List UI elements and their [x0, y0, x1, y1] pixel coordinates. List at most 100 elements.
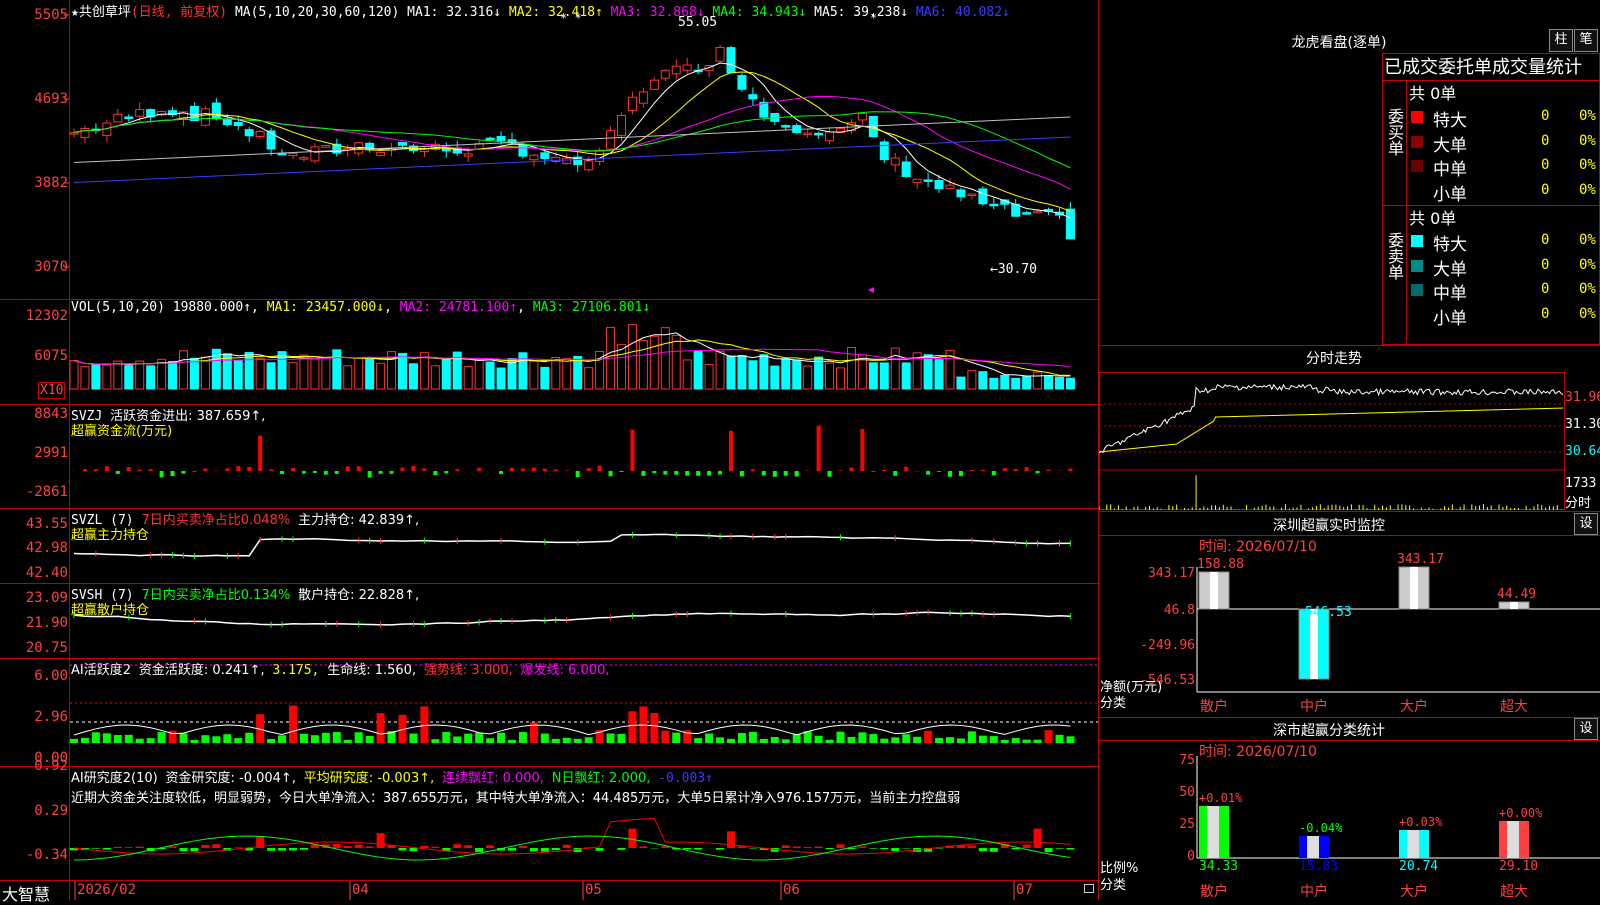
flow-bar: [620, 471, 624, 472]
color-swatch: [1411, 160, 1423, 172]
research-bar: [453, 844, 461, 848]
row-count: 0: [1541, 157, 1549, 173]
price-pane[interactable]: ★共创草坪(日线, 前复权) MA(5,10,20,30,60,120) MA1…: [0, 0, 1098, 299]
volume-bar: [639, 341, 647, 389]
buy-side-text: 委买单: [1385, 108, 1404, 156]
candle: [913, 179, 921, 182]
price-chart-svg[interactable]: * * *: [0, 0, 1098, 299]
flow-bar: [83, 469, 87, 471]
ai-research-chart-svg[interactable]: [0, 767, 1098, 880]
research-bar: [125, 847, 133, 848]
classification-pct: +0.00%: [1499, 806, 1543, 820]
svzl-chart-svg[interactable]: [0, 509, 1098, 583]
activity-bar: [409, 734, 417, 743]
candle: [683, 65, 691, 70]
svzj-pane[interactable]: SVZJ 活跃资金进出: 387.659↑, 超赢资金流(万元) 8843 29…: [0, 405, 1098, 508]
flow-bar: [105, 466, 109, 471]
flow-bar: [236, 466, 240, 471]
marker-star: *: [870, 11, 877, 25]
chart-area[interactable]: ★共创草坪(日线, 前复权) MA(5,10,20,30,60,120) MA1…: [0, 0, 1100, 900]
research-bar: [508, 848, 516, 851]
flow-bar: [543, 469, 547, 471]
volume-bar: [585, 368, 593, 389]
dragon-tiger-title: 龙虎看盘(逐单): [1239, 32, 1439, 52]
activity-bar: [1001, 740, 1009, 743]
activity-bar: [618, 734, 626, 743]
svzj-chart-svg[interactable]: [0, 405, 1098, 508]
flow-bar: [433, 471, 437, 475]
column-view-button[interactable]: 柱: [1549, 29, 1573, 52]
activity-bar: [190, 740, 198, 743]
classification-chart-svg[interactable]: +0.01%-0.04%+0.03%+0.00%: [1099, 718, 1600, 900]
row-pct: 0%: [1579, 108, 1596, 124]
volume-bar: [256, 358, 264, 389]
flow-bar: [182, 471, 186, 474]
flow-bar: [160, 471, 164, 477]
volume-bar: [103, 365, 111, 389]
research-bar: [114, 847, 122, 848]
research-bar: [869, 848, 877, 849]
svsh-chart-svg[interactable]: [0, 584, 1098, 658]
svsh-pane[interactable]: SVSH (7) 7日内买卖净占比0.134% 散户持仓: 22.828↑, 超…: [0, 584, 1098, 658]
intraday-y-label: 30.64: [1565, 444, 1600, 459]
activity-bar: [300, 734, 308, 743]
row-pct: 0%: [1579, 157, 1596, 173]
order-view-button[interactable]: 笔: [1574, 29, 1598, 52]
intraday-vol-label: 1733: [1565, 476, 1596, 491]
row-label: 中单: [1433, 155, 1467, 180]
candle: [223, 120, 231, 125]
volume-bar: [957, 377, 965, 389]
flow-bar: [149, 469, 153, 471]
ai-research-pane[interactable]: AI研究度2(10) 资金研究度: -0.004↑, 平均研究度: -0.003…: [0, 767, 1098, 880]
candle: [201, 109, 209, 125]
candle: [190, 106, 198, 120]
flow-bar: [171, 471, 175, 476]
activity-bar: [771, 737, 779, 743]
activity-bar: [727, 739, 735, 743]
volume-bar: [409, 364, 417, 389]
volume-chart-svg[interactable]: [0, 300, 1098, 404]
research-bar: [519, 846, 527, 848]
activity-bar: [431, 739, 439, 743]
volume-bar: [92, 365, 100, 389]
flow-bar: [346, 467, 350, 471]
monitor-chart-svg[interactable]: 158.88-546.53343.1744.49: [1099, 512, 1600, 717]
activity-bar: [81, 738, 89, 743]
volume-bar: [837, 368, 845, 389]
flow-bar: [587, 468, 591, 471]
svzl-pane[interactable]: SVZL (7) 7日内买卖净占比0.048% 主力持仓: 42.839↑, 超…: [0, 509, 1098, 583]
ai-activity-pane[interactable]: AI活跃度2 资金活跃度: 0.241↑, 3.175, 生命线: 1.560,…: [0, 659, 1098, 766]
row-count: 0: [1541, 306, 1549, 322]
volume-bar: [431, 366, 439, 389]
svsh-line: [74, 612, 1070, 625]
candle: [70, 133, 78, 135]
classification-panel: 深市超赢分类统计 设 时间: 2026/07/10 75 50 25 0 比例%…: [1099, 718, 1600, 900]
dragon-tiger-panel: 龙虎看盘(逐单) 柱 笔 已成交委托单成交量统计 委买单 委卖单 共 0单 共 …: [1099, 0, 1600, 345]
flow-bar: [499, 471, 503, 474]
volume-bar: [136, 361, 144, 389]
ai-activity-chart-svg[interactable]: [0, 659, 1098, 766]
candle: [114, 114, 122, 122]
flow-bar: [641, 471, 645, 476]
classification-bar-highlight: [1507, 821, 1519, 858]
candle: [628, 97, 636, 110]
volume-pane[interactable]: VOL(5,10,20) 19880.000↑, MA1: 23457.000↓…: [0, 300, 1098, 404]
marker-star: * *: [560, 11, 582, 25]
candle: [300, 158, 308, 160]
right-panel: 龙虎看盘(逐单) 柱 笔 已成交委托单成交量统计 委买单 委卖单 共 0单 共 …: [1099, 0, 1600, 900]
intraday-chart-svg[interactable]: [1099, 372, 1565, 510]
research-bar: [1034, 829, 1042, 848]
volume-bar: [869, 363, 877, 389]
flow-bar: [1025, 467, 1029, 471]
research-bar: [201, 845, 209, 848]
research-bar: [891, 848, 899, 851]
row-pct: 0%: [1579, 133, 1596, 149]
flow-bar: [828, 471, 832, 477]
research-bar: [1045, 848, 1053, 852]
research-bar: [1066, 848, 1074, 850]
intraday-panel[interactable]: 分时走势 31.96 31.30 30.64 1733 分时: [1099, 346, 1600, 511]
flow-bar: [401, 468, 405, 471]
candle: [399, 143, 407, 146]
activity-bar: [1012, 738, 1020, 743]
activity-bar: [453, 736, 461, 743]
